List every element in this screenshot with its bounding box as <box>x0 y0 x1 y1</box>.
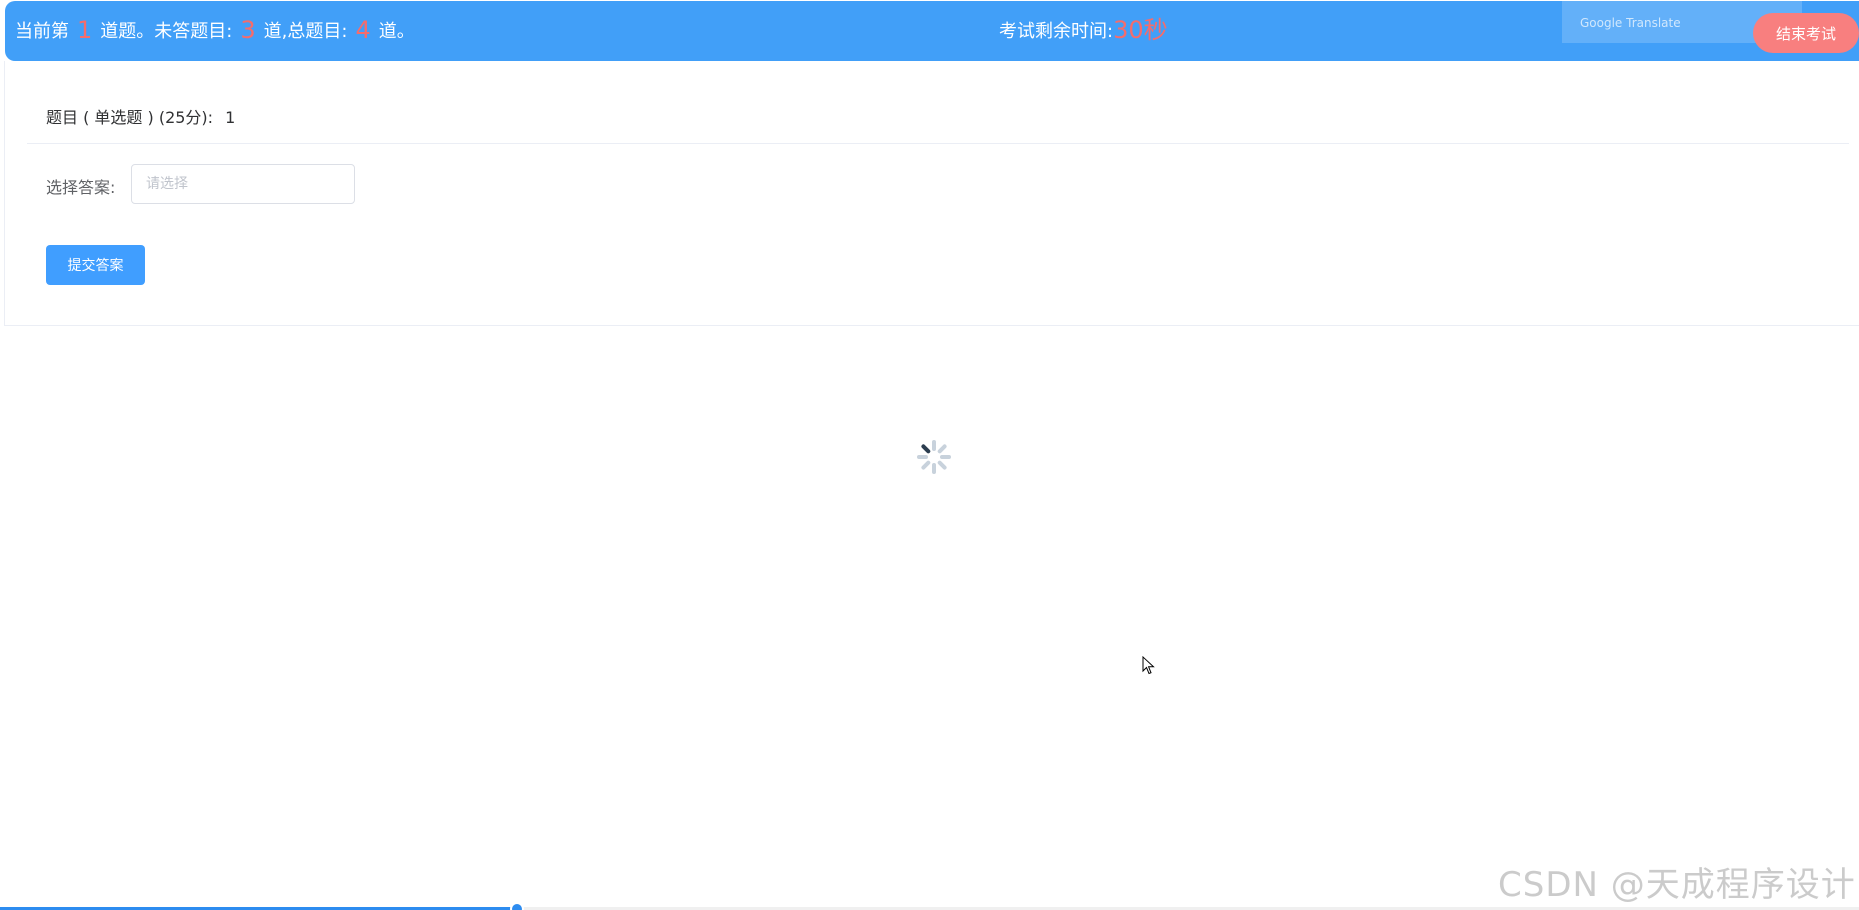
question-card: 题目 ( 单选题 ) (25分): 1 选择答案: 提交答案 <box>4 61 1859 326</box>
loading-spinner-icon <box>917 440 951 474</box>
unanswered-count: 3 <box>240 16 256 44</box>
question-type-label: 题目 ( 单选题 ) (25分): <box>46 108 214 127</box>
time-value: 30秒 <box>1113 16 1168 44</box>
video-progress-handle[interactable] <box>510 902 524 910</box>
total-count: 4 <box>355 16 371 44</box>
mouse-pointer-icon <box>1142 656 1155 675</box>
time-remaining: 考试剩余时间:30秒 <box>999 15 1168 47</box>
time-label: 考试剩余时间: <box>999 21 1114 42</box>
translate-overlay-text: Google Translate <box>1580 16 1681 30</box>
question-title: 题目 ( 单选题 ) (25分): 1 <box>46 104 235 128</box>
card-divider <box>27 143 1849 144</box>
question-number: 1 <box>225 108 236 127</box>
progress-info: 当前第 1 道题。未答题目: 3 道,总题目: 4 道。 <box>15 15 415 47</box>
exam-status-bar: 当前第 1 道题。未答题目: 3 道,总题目: 4 道。 考试剩余时间:30秒 Google… <box>5 1 1859 61</box>
current-prefix: 当前第 <box>15 21 69 42</box>
current-suffix: 道题。未答题目: <box>100 21 233 42</box>
current-question-number: 1 <box>77 16 93 44</box>
answer-select[interactable] <box>131 164 355 204</box>
total-suffix: 道。 <box>378 21 415 42</box>
answer-label: 选择答案: <box>46 178 116 197</box>
csdn-watermark: CSDN @天成程序设计 <box>1498 865 1856 905</box>
end-exam-button[interactable]: 结束考试 <box>1753 13 1859 53</box>
submit-answer-button[interactable]: 提交答案 <box>46 245 145 285</box>
unanswered-suffix: 道,总题目: <box>263 21 348 42</box>
exam-page: 当前第 1 道题。未答题目: 3 道,总题目: 4 道。 考试剩余时间:30秒 Google… <box>0 0 1859 910</box>
